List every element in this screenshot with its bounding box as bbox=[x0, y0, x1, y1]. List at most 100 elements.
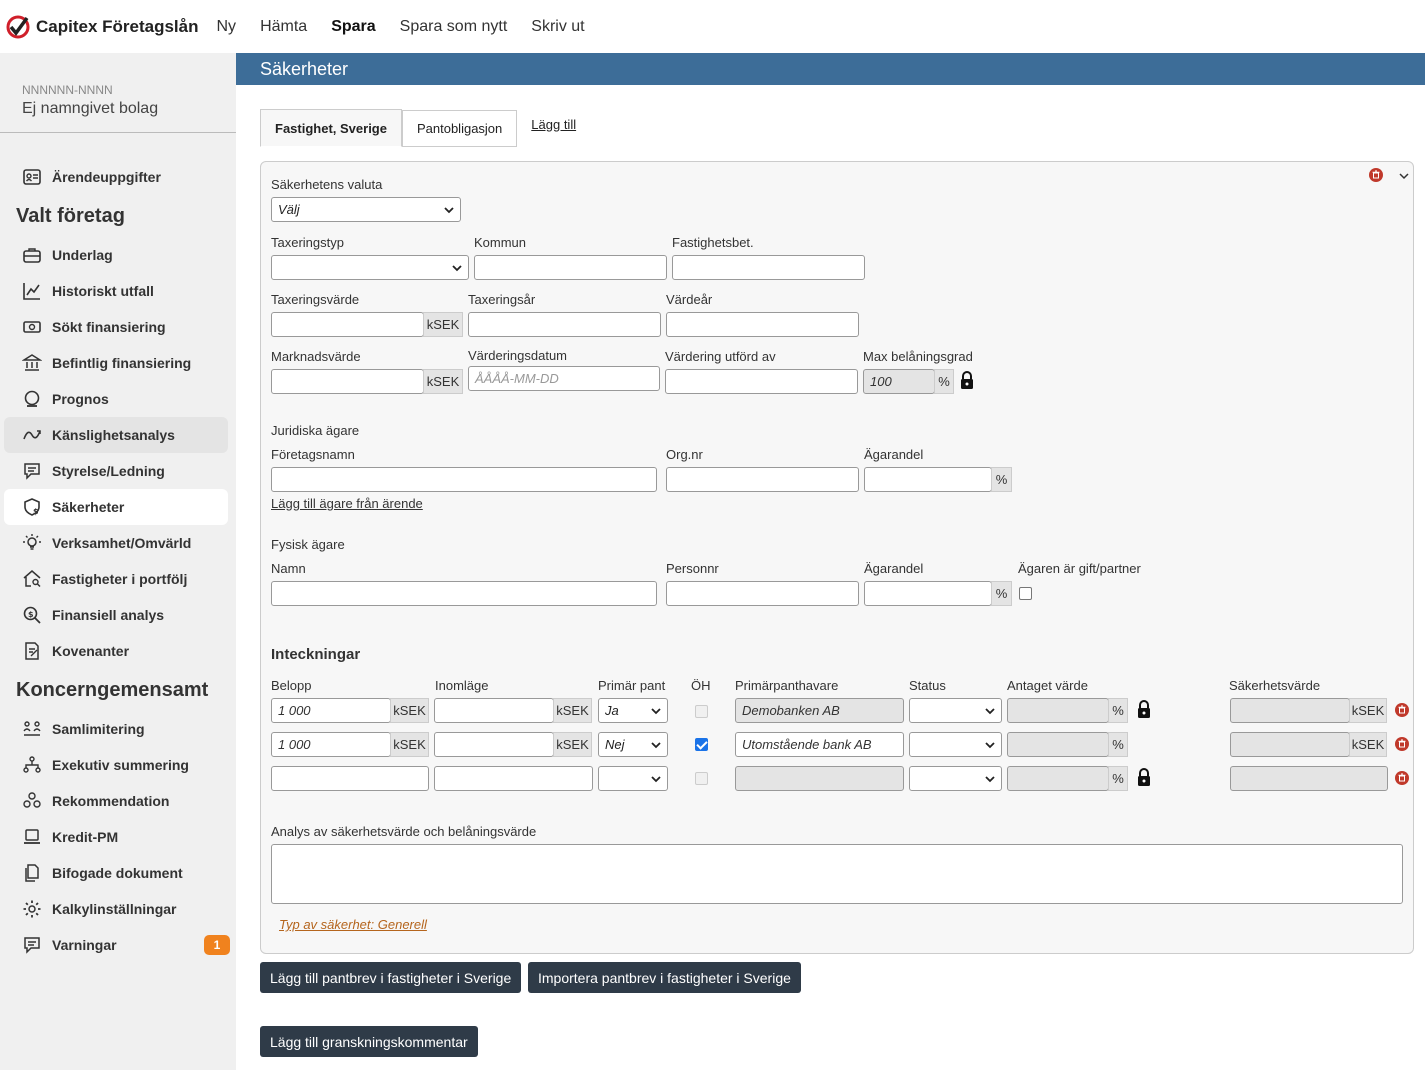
percent-unit: % bbox=[1108, 732, 1128, 757]
lock-icon[interactable] bbox=[1136, 699, 1152, 719]
sidebar-item-exekutiv-summering[interactable]: Exekutiv summering bbox=[4, 747, 228, 783]
vardering-utford-input[interactable] bbox=[665, 369, 858, 394]
warnings-badge: 1 bbox=[204, 935, 230, 955]
sidebar-item-kanslighetsanalys[interactable]: Känslighetsanalys bbox=[4, 417, 228, 453]
taxeringsar-label: Taxeringsår bbox=[468, 292, 536, 307]
sidebar-heading-valt-foretag: Valt företag bbox=[16, 204, 125, 227]
sidebar-item-kovenanter[interactable]: Kovenanter bbox=[4, 633, 228, 669]
sidebar-item-label: Säkerheter bbox=[52, 499, 125, 515]
sidebar-item-arendeuppgifter[interactable]: Ärendeuppgifter bbox=[4, 159, 228, 195]
oh-checkbox[interactable] bbox=[695, 738, 708, 751]
sidebar-item-verksamhet-omvarld[interactable]: Verksamhet/Omvärld bbox=[4, 525, 228, 561]
taxeringsar-input[interactable] bbox=[468, 312, 661, 337]
sidebar-item-styrelse-ledning[interactable]: Styrelse/Ledning bbox=[4, 453, 228, 489]
sidebar-item-befintlig-finansiering[interactable]: Befintlig finansiering bbox=[4, 345, 228, 381]
sidebar-item-historiskt-utfall[interactable]: Historiskt utfall bbox=[4, 273, 228, 309]
typ-av-sakerhet-link[interactable]: Typ av säkerhet: Generell bbox=[279, 917, 427, 932]
valuta-select[interactable]: Välj bbox=[271, 197, 461, 222]
kommun-input[interactable] bbox=[474, 255, 667, 280]
delete-row-icon[interactable] bbox=[1395, 737, 1409, 751]
menu-spara-som-nytt[interactable]: Spara som nytt bbox=[400, 18, 508, 36]
add-tab-link[interactable]: Lägg till bbox=[517, 109, 591, 139]
varderingsdatum-input[interactable]: ÅÅÅÅ-MM-DD bbox=[468, 366, 660, 391]
col-inomlage: Inomläge bbox=[435, 678, 489, 693]
primar-pant-select[interactable]: Nej bbox=[598, 732, 668, 757]
orgnr-input[interactable] bbox=[666, 467, 859, 492]
sidebar-item-kalkylinstallningar[interactable]: Kalkylinställningar bbox=[4, 891, 228, 927]
belopp-input[interactable]: 1 000 bbox=[271, 732, 391, 757]
chevron-down-icon bbox=[444, 207, 454, 214]
ksek-unit: kSEK bbox=[390, 732, 429, 757]
marknadsvarde-input[interactable] bbox=[271, 369, 424, 394]
sidebar-item-varningar[interactable]: Varningar 1 bbox=[4, 927, 230, 963]
personnr-input[interactable] bbox=[666, 581, 859, 606]
line-chart-icon bbox=[23, 283, 40, 300]
ksek-unit: kSEK bbox=[553, 732, 592, 757]
delete-row-icon[interactable] bbox=[1395, 771, 1409, 785]
lock-icon[interactable] bbox=[959, 370, 975, 390]
percent-unit: % bbox=[1108, 698, 1128, 723]
belopp-input[interactable]: 1 000 bbox=[271, 698, 391, 723]
sidebar-item-finansiell-analys[interactable]: $ Finansiell analys bbox=[4, 597, 228, 633]
ksek-unit: kSEK bbox=[1349, 732, 1387, 757]
menu-spara[interactable]: Spara bbox=[331, 18, 375, 36]
status-select[interactable] bbox=[909, 766, 1002, 791]
laptop-icon bbox=[24, 829, 40, 844]
status-select[interactable] bbox=[909, 698, 1002, 723]
sidebar-item-sokt-finansiering[interactable]: Sökt finansiering bbox=[4, 309, 228, 345]
sakerhetsvarde-input bbox=[1230, 732, 1350, 757]
agarandel-input[interactable] bbox=[864, 467, 992, 492]
sidebar-item-bifogade-dokument[interactable]: Bifogade dokument bbox=[4, 855, 228, 891]
tab-pantobligasjon[interactable]: Pantobligasjon bbox=[401, 110, 518, 147]
sidebar-item-label: Fastigheter i portfölj bbox=[52, 571, 188, 587]
varderingsdatum-label: Värderingsdatum bbox=[468, 348, 567, 363]
gift-checkbox[interactable] bbox=[1019, 587, 1032, 600]
personnr-label: Personnr bbox=[666, 561, 719, 576]
analys-textarea[interactable] bbox=[271, 844, 1403, 904]
sakerhetsvarde-input bbox=[1230, 698, 1350, 723]
percent-unit: % bbox=[934, 369, 954, 394]
capitex-logo-icon bbox=[6, 15, 30, 38]
top-nav: Ny Hämta Spara Spara som nytt Skriv ut bbox=[217, 18, 609, 36]
inomlage-input[interactable] bbox=[434, 766, 593, 791]
menu-skriv-ut[interactable]: Skriv ut bbox=[531, 18, 584, 36]
sidebar-item-sakerheter[interactable]: $ Säkerheter bbox=[4, 489, 228, 525]
sidebar-item-underlag[interactable]: Underlag bbox=[4, 237, 228, 273]
primar-pant-value: Ja bbox=[605, 703, 619, 718]
agarandel-label: Ägarandel bbox=[864, 447, 924, 462]
vardering-utford-label: Värdering utförd av bbox=[665, 349, 776, 364]
shield-dollar-icon: $ bbox=[24, 498, 40, 516]
menu-hamta[interactable]: Hämta bbox=[260, 18, 307, 36]
sidebar-item-kredit-pm[interactable]: Kredit-PM bbox=[4, 819, 228, 855]
fastighetsbet-input[interactable] bbox=[672, 255, 865, 280]
lock-icon[interactable] bbox=[1136, 767, 1152, 787]
chevron-down-icon bbox=[452, 265, 462, 272]
chevron-down-icon[interactable] bbox=[1398, 170, 1410, 182]
taxeringstyp-select[interactable] bbox=[271, 255, 469, 280]
sidebar-item-prognos[interactable]: Prognos bbox=[4, 381, 228, 417]
status-select[interactable] bbox=[909, 732, 1002, 757]
import-pantbrev-button[interactable]: Importera pantbrev i fastigheter i Sveri… bbox=[528, 962, 801, 993]
namn-input[interactable] bbox=[271, 581, 657, 606]
sidebar-item-samlimitering[interactable]: Samlimitering bbox=[4, 711, 228, 747]
menu-ny[interactable]: Ny bbox=[217, 18, 237, 36]
tab-fastighet-sverige[interactable]: Fastighet, Sverige bbox=[260, 109, 402, 147]
add-owner-link[interactable]: Lägg till ägare från ärende bbox=[271, 496, 423, 511]
foretagsnamn-input[interactable] bbox=[271, 467, 657, 492]
taxeringsvarde-input[interactable] bbox=[271, 312, 424, 337]
delete-security-icon[interactable] bbox=[1369, 168, 1383, 182]
inomlage-input[interactable] bbox=[434, 732, 554, 757]
add-pantbrev-button[interactable]: Lägg till pantbrev i fastigheter i Sveri… bbox=[260, 962, 522, 993]
sidebar-item-rekommendation[interactable]: Rekommendation bbox=[4, 783, 228, 819]
primarpanthavare-input[interactable]: Utomstående bank AB bbox=[735, 732, 904, 757]
antaget-varde-input bbox=[1007, 766, 1109, 791]
agarandel-fysisk-input[interactable] bbox=[864, 581, 992, 606]
sidebar-item-fastigheter-i-portfolj[interactable]: Fastigheter i portfölj bbox=[4, 561, 228, 597]
belopp-input[interactable] bbox=[271, 766, 429, 791]
primar-pant-select[interactable]: Ja bbox=[598, 698, 668, 723]
vardear-input[interactable] bbox=[666, 312, 859, 337]
primar-pant-select[interactable] bbox=[598, 766, 668, 791]
add-comment-button[interactable]: Lägg till granskningskommentar bbox=[260, 1026, 478, 1057]
delete-row-icon[interactable] bbox=[1395, 703, 1409, 717]
inomlage-input[interactable] bbox=[434, 698, 554, 723]
